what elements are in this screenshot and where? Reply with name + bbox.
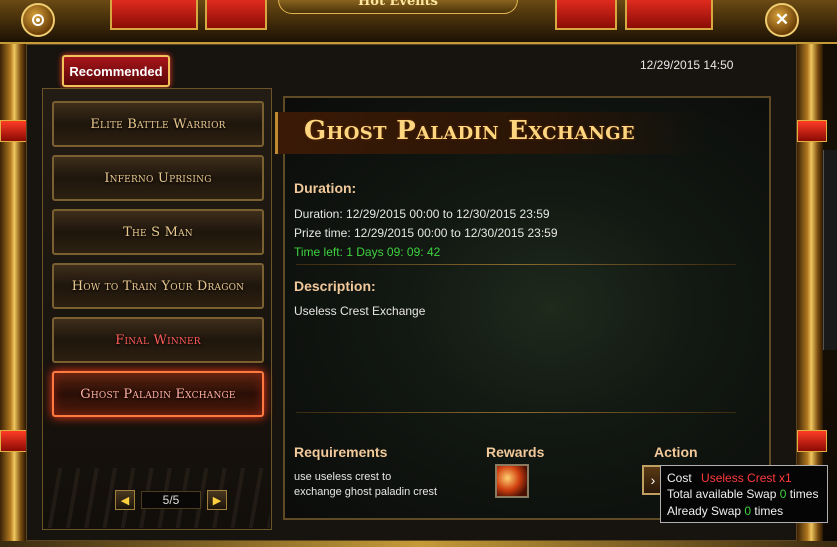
cost-label: Cost [667, 471, 692, 485]
event-item-how-to-train-your-dragon[interactable]: How to Train Your Dragon [52, 263, 264, 309]
tab-recommended[interactable]: Recommended [62, 55, 170, 87]
background-window-edge [823, 150, 837, 350]
rewards-heading: Rewards [486, 444, 545, 460]
event-list: Elite Battle Warrior Inferno Uprising Th… [42, 88, 272, 530]
divider [296, 264, 736, 265]
already-suffix: times [754, 504, 784, 518]
requirements-line: exchange ghost paladin crest [294, 486, 438, 498]
close-icon[interactable]: ✕ [765, 3, 799, 37]
arrow-right-icon[interactable]: ▶ [207, 490, 227, 510]
pillar-band [797, 430, 827, 452]
server-datetime: 12/29/2015 14:50 [640, 58, 734, 72]
total-count: 0 [779, 487, 787, 501]
top-banner-decoration [110, 0, 198, 30]
top-banner-decoration [205, 0, 267, 30]
tooltip-total-row: Total available Swap 0 times [667, 485, 821, 503]
tooltip-already-row: Already Swap 0 times [667, 502, 821, 520]
event-item-inferno-uprising[interactable]: Inferno Uprising [52, 155, 264, 201]
duration-heading: Duration: [294, 180, 357, 196]
event-title: Ghost Paladin Exchange [304, 116, 635, 146]
top-banner-decoration [555, 0, 617, 30]
time-left: Time left: 1 Days 09: 09: 42 [294, 245, 441, 259]
window-title-text: Hot Events [358, 0, 438, 9]
divider [296, 412, 736, 413]
crest-reward-icon[interactable] [495, 464, 529, 498]
pillar-band [797, 120, 827, 142]
gear-icon-glyph [32, 14, 44, 26]
already-label: Already Swap [667, 504, 742, 518]
event-item-ghost-paladin-exchange[interactable]: Ghost Paladin Exchange [52, 371, 264, 417]
top-banner-decoration [625, 0, 713, 30]
duration-line: Duration: 12/29/2015 00:00 to 12/30/2015… [294, 207, 550, 221]
event-item-the-s-man[interactable]: The S Man [52, 209, 264, 255]
event-item-elite-battle-warrior[interactable]: Elite Battle Warrior [52, 101, 264, 147]
arrow-left-icon[interactable]: ◀ [115, 490, 135, 510]
cost-tooltip: Cost Useless Crest x1 Total available Sw… [660, 465, 828, 523]
requirements-line: use useless crest to [294, 471, 392, 483]
gear-icon[interactable] [21, 3, 55, 37]
game-window-frame: Hot Events ✕ Recommended 12/29/2015 14:5… [0, 0, 837, 547]
description-text: Useless Crest Exchange [294, 304, 426, 318]
total-suffix: times [789, 487, 819, 501]
left-pillar [0, 44, 26, 544]
prize-time-line: Prize time: 12/29/2015 00:00 to 12/30/20… [294, 226, 558, 240]
total-label: Total available Swap [667, 487, 777, 501]
bottom-trim [0, 541, 837, 547]
event-item-final-winner[interactable]: Final Winner [52, 317, 264, 363]
cost-item: Useless Crest x1 [701, 471, 792, 485]
description-heading: Description: [294, 278, 376, 294]
window-title: Hot Events [278, 0, 518, 14]
pager: ◀ 5/5 ▶ [115, 489, 227, 511]
requirements-heading: Requirements [294, 444, 388, 460]
already-count: 0 [744, 504, 752, 518]
page-indicator: 5/5 [141, 491, 201, 509]
action-heading: Action [654, 444, 698, 460]
